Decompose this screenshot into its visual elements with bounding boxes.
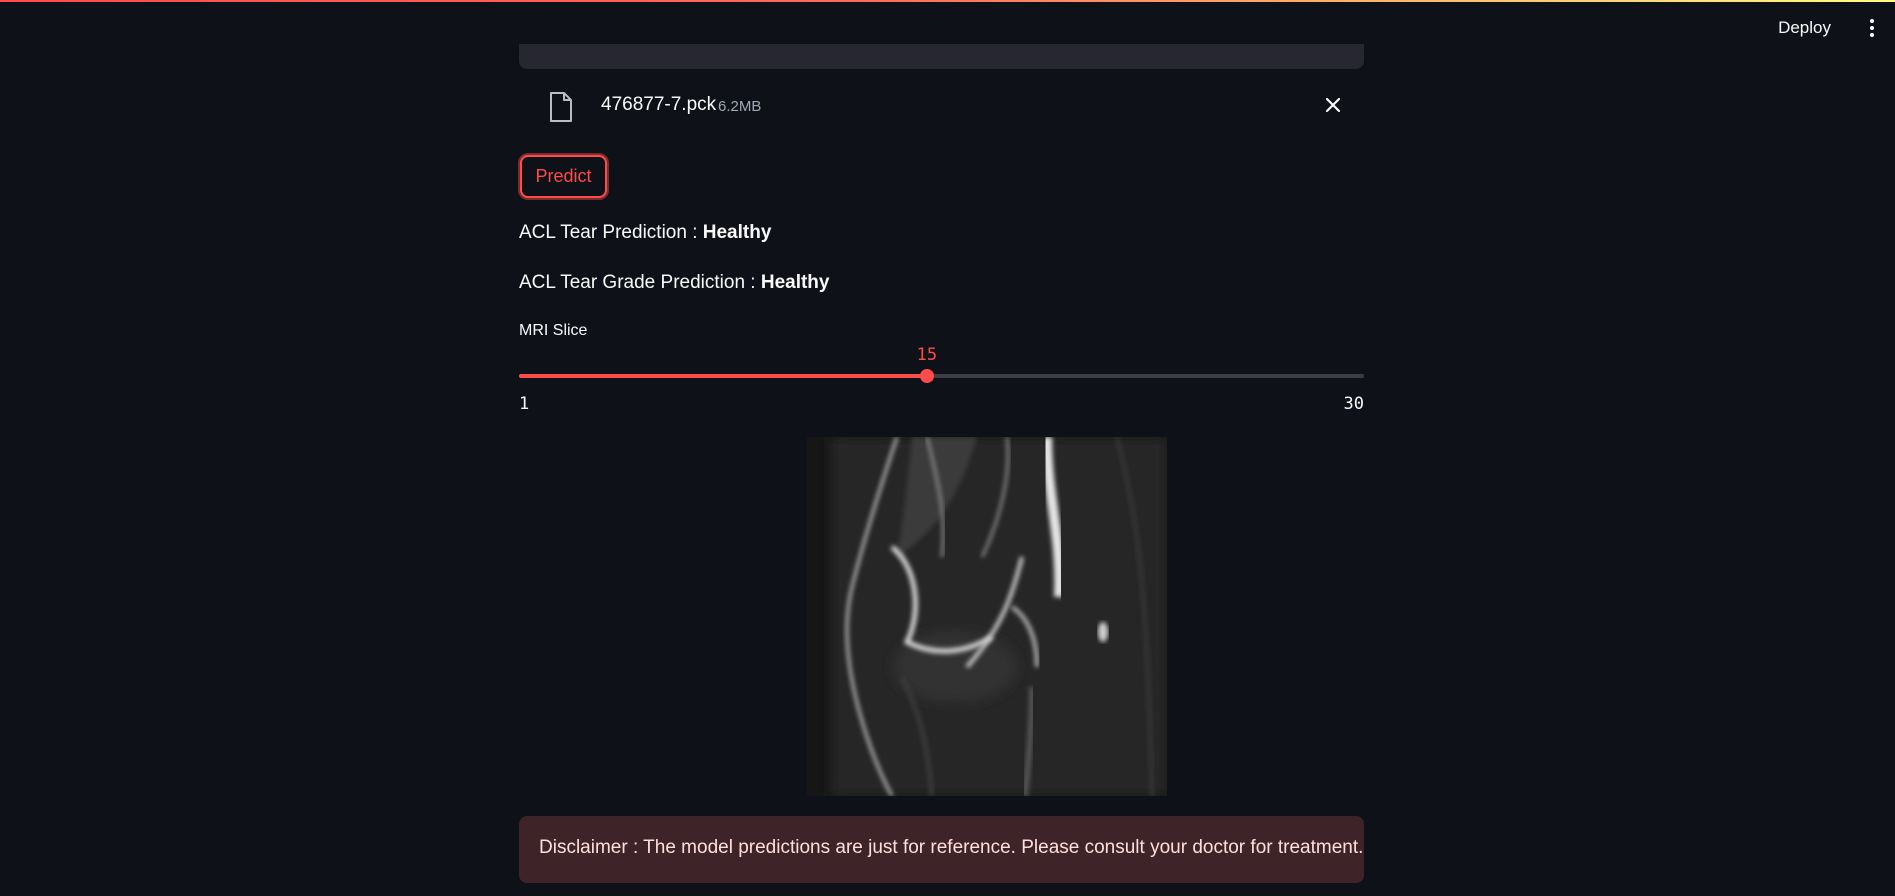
disclaimer-alert: Disclaimer : The model predictions are j… [519,816,1364,883]
disclaimer-text: Disclaimer : The model predictions are j… [539,837,1364,858]
mri-slice-slider-thumb[interactable] [919,369,934,383]
acl-tear-grade-prediction-label: ACL Tear Grade Prediction : [519,272,761,293]
uploaded-file-size: 6.2MB [718,98,762,115]
acl-tear-prediction: ACL Tear Prediction : Healthy [519,222,771,244]
uploaded-file-row: 476877-7.pck 6.2MB [519,88,1364,126]
file-icon [547,91,575,128]
kebab-menu-icon[interactable] [1867,16,1877,40]
mri-slice-slider-fill [519,374,927,378]
mri-slice-label: MRI Slice [519,322,588,339]
close-icon[interactable] [1324,96,1342,119]
file-uploader-dropzone[interactable] [519,44,1364,69]
acl-tear-grade-prediction: ACL Tear Grade Prediction : Healthy [519,272,829,294]
mri-slice-current-value: 15 [916,345,938,365]
mri-slice-image [807,437,1167,796]
uploaded-file-name: 476877-7.pck [601,94,717,115]
mri-slice-max: 30 [1343,394,1364,414]
deploy-button[interactable]: Deploy [1778,18,1831,38]
predict-button[interactable]: Predict [520,155,607,198]
mri-slice-min: 1 [519,394,530,414]
acl-tear-prediction-value: Healthy [702,222,772,243]
acl-tear-prediction-label: ACL Tear Prediction : [519,222,703,243]
acl-tear-grade-prediction-value: Healthy [760,272,830,293]
mri-slice-slider-track[interactable] [519,369,1364,383]
